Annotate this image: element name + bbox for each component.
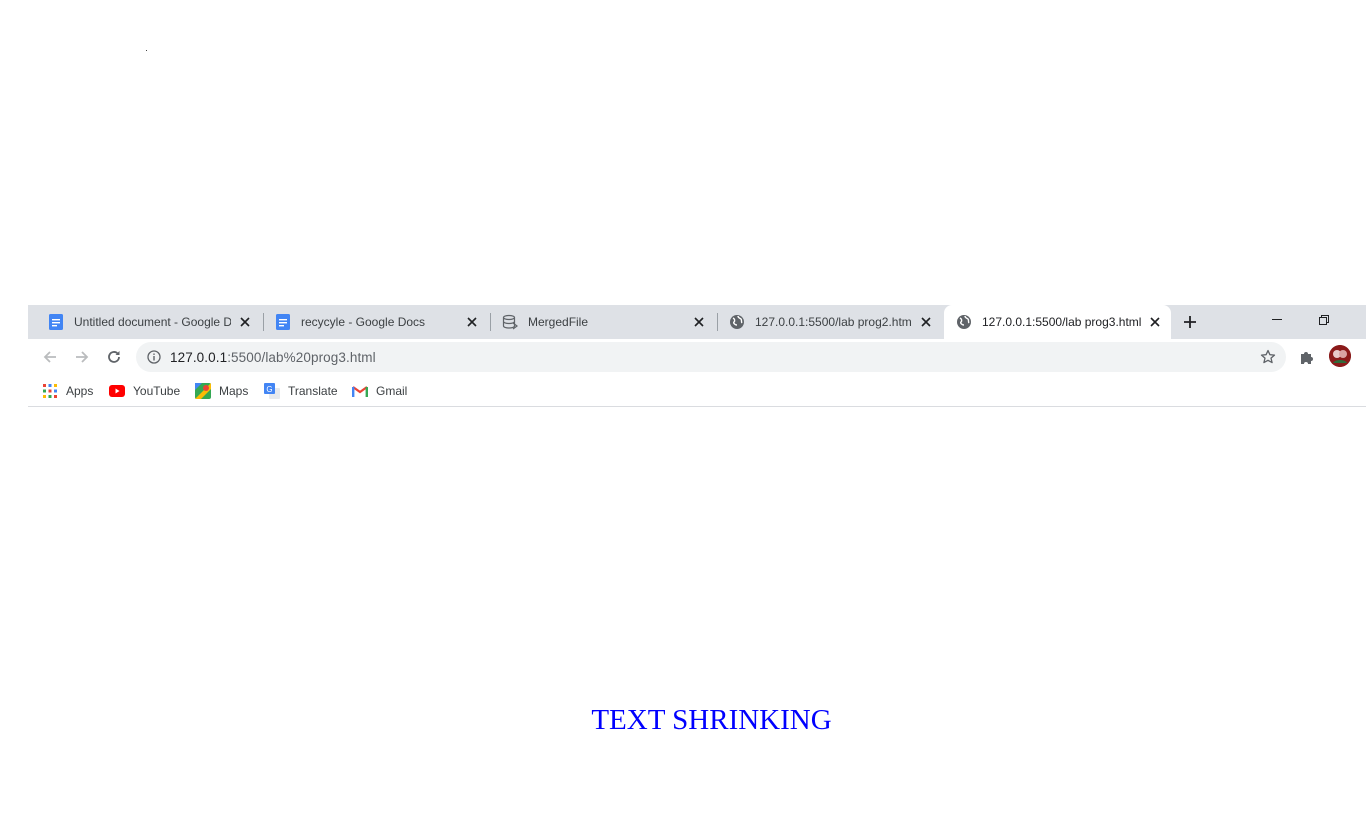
gmail-icon [352,383,368,399]
tab-title: recycyle - Google Docs [301,315,426,329]
tab-strip: Untitled document - Google Docs recycyle… [28,305,1366,339]
bookmark-label: Maps [219,384,249,398]
tab-lab-prog3[interactable]: 127.0.0.1:5500/lab prog3.html [944,305,1171,339]
bookmark-label: Translate [288,384,338,398]
info-icon[interactable] [146,349,162,365]
star-icon[interactable] [1260,349,1276,365]
bookmark-apps[interactable]: Apps [42,382,93,400]
tab-title: 127.0.0.1:5500/lab prog3.html [982,315,1141,329]
tab-untitled-document[interactable]: Untitled document - Google Docs [36,305,261,339]
bookmark-maps[interactable]: Maps [195,382,248,400]
puzzle-icon[interactable] [1299,349,1315,365]
close-icon[interactable] [464,314,480,330]
tab-lab-prog2[interactable]: 127.0.0.1:5500/lab prog2.html [717,305,942,339]
bookmark-label: YouTube [133,384,181,398]
svg-text:G: G [266,385,272,394]
tab-title: MergedFile [528,315,589,329]
database-icon [502,314,518,330]
restore-icon [1319,315,1329,325]
close-icon[interactable] [918,314,934,330]
url-host: 127.0.0.1 [170,349,228,365]
globe-icon [956,314,972,330]
restore-button[interactable] [1301,305,1347,335]
stray-dot [146,50,147,51]
minimize-button[interactable] [1255,305,1301,335]
tab-title: Untitled document - Google Docs [74,315,231,329]
bookmark-gmail[interactable]: Gmail [352,382,407,400]
bookmark-translate[interactable]: G Translate [264,382,338,400]
tab-title: 127.0.0.1:5500/lab prog2.html [755,315,912,329]
plus-icon [1184,316,1196,328]
bookmark-youtube[interactable]: YouTube [109,382,180,400]
google-docs-icon [48,314,64,330]
forward-button[interactable] [70,345,94,369]
tab-recycyle[interactable]: recycyle - Google Docs [263,305,488,339]
bookmark-label: Gmail [376,384,408,398]
toolbar: 127.0.0.1:5500/lab%20prog3.html [28,339,1366,375]
close-icon[interactable] [691,314,707,330]
close-icon[interactable] [1147,314,1163,330]
tab-mergedfile[interactable]: MergedFile [490,305,715,339]
maps-icon [195,383,211,399]
globe-icon [729,314,745,330]
apps-grid-icon [42,383,58,399]
bookmark-label: Apps [66,384,94,398]
url-path: :5500/lab%20prog3.html [227,349,376,365]
translate-icon: G [264,383,280,399]
page-heading-text: TEXT SHRINKING [591,704,832,736]
arrow-left-icon [43,351,56,363]
url-text: 127.0.0.1:5500/lab%20prog3.html [170,350,376,365]
reload-button[interactable] [102,345,126,369]
browser-window: Untitled document - Google Docs recycyle… [28,305,1366,407]
google-docs-icon [275,314,291,330]
youtube-icon [109,383,125,399]
address-bar[interactable]: 127.0.0.1:5500/lab%20prog3.html [136,342,1286,372]
close-icon[interactable] [237,314,253,330]
arrow-right-icon [76,351,89,363]
back-button[interactable] [38,345,62,369]
profile-avatar[interactable] [1329,345,1351,367]
minimize-icon [1272,319,1282,320]
new-tab-button[interactable] [1180,312,1200,332]
bookmarks-bar: Apps YouTube Maps G Translate Gmail [28,375,1366,407]
reload-icon [108,351,120,363]
